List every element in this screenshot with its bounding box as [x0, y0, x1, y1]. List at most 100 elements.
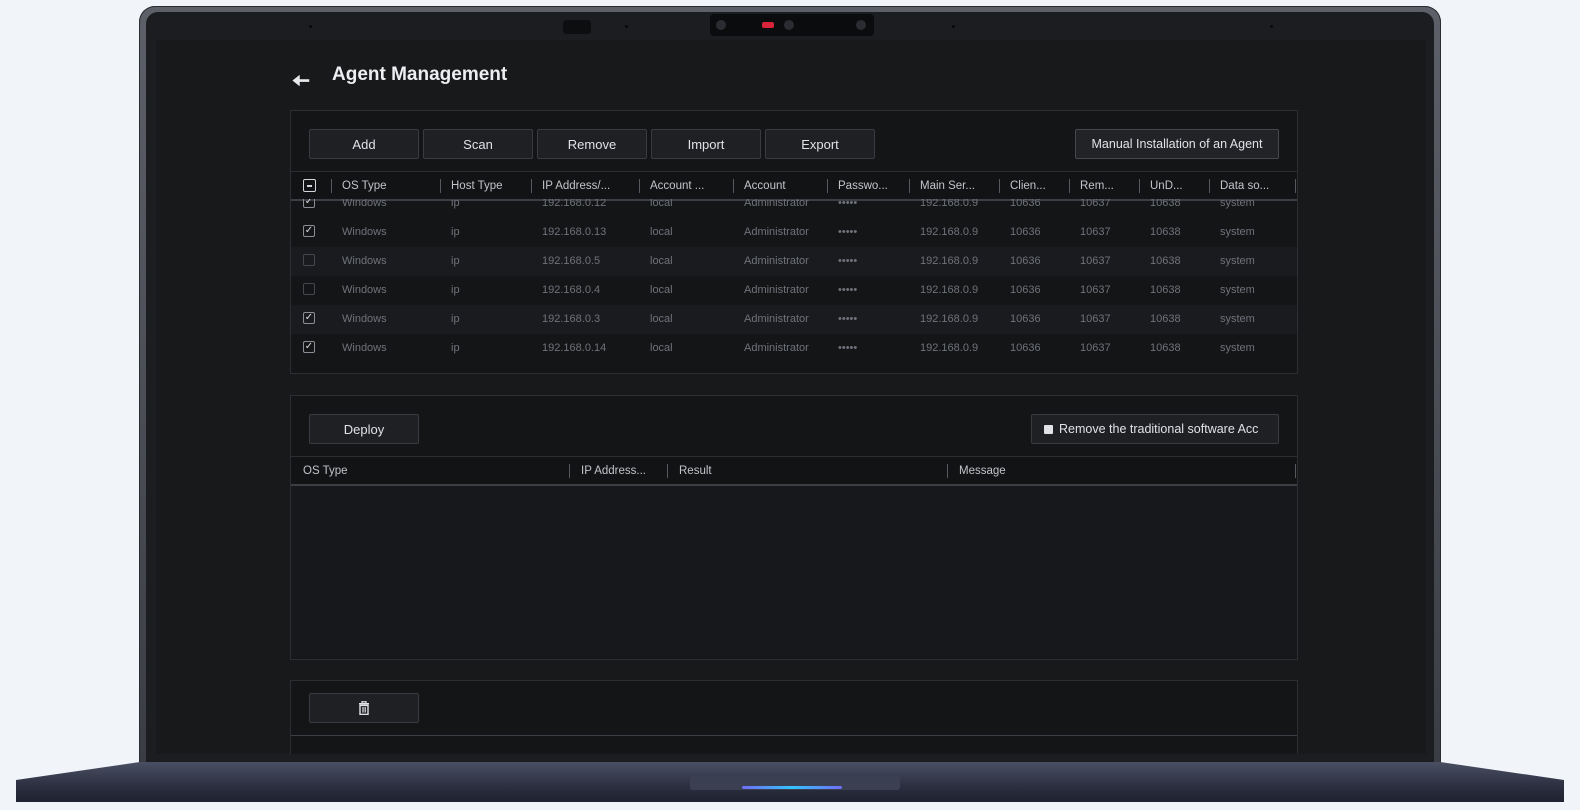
trash-icon — [359, 701, 369, 715]
cell-main-server: 192.168.0.9 — [920, 284, 979, 296]
row-checkbox[interactable]: ✓ — [303, 199, 315, 208]
row-checkbox[interactable] — [303, 254, 315, 266]
cell-client-port: 10636 — [1010, 255, 1041, 267]
cell-data-source: system — [1220, 342, 1255, 354]
delete-button[interactable] — [309, 693, 419, 723]
col-message[interactable]: Message — [959, 465, 1006, 477]
cell-account-type: local — [650, 284, 673, 296]
cell-os: Windows — [342, 284, 387, 296]
col-ip-address[interactable]: IP Address... — [581, 465, 646, 477]
option-checkbox[interactable] — [1044, 424, 1053, 434]
cell-account: Administrator — [744, 284, 809, 296]
row-checkbox[interactable]: ✓ — [303, 341, 315, 353]
table-row[interactable]: Windows ip 192.168.0.4 local Administrat… — [291, 276, 1297, 305]
deploy-panel: Deploy Remove the traditional software A… — [290, 395, 1298, 660]
cell-os: Windows — [342, 342, 387, 354]
col-client-port[interactable]: Clien... — [1010, 180, 1046, 192]
check-icon: ✓ — [304, 225, 314, 236]
agent-management-app: 🠤 Agent Management Add Scan Remove Impor… — [156, 40, 1426, 754]
col-undeploy-port[interactable]: UnD... — [1150, 180, 1183, 192]
agents-table-body: ✓ Windows ip 192.168.0.12 local Administ… — [291, 199, 1297, 370]
col-main-server[interactable]: Main Ser... — [920, 180, 975, 192]
col-os-type[interactable]: OS Type — [342, 180, 387, 192]
col-ip-address[interactable]: IP Address/... — [542, 180, 610, 192]
cell-account-type: local — [650, 342, 673, 354]
col-remote-port[interactable]: Rem... — [1080, 180, 1114, 192]
col-result[interactable]: Result — [679, 465, 712, 477]
cell-account: Administrator — [744, 199, 809, 209]
column-divider — [531, 179, 532, 193]
col-account-type[interactable]: Account ... — [650, 180, 704, 192]
webcam-lens — [784, 20, 794, 30]
cell-remote-port: 10637 — [1080, 226, 1111, 238]
cell-ip: 192.168.0.12 — [542, 199, 607, 209]
cell-ip: 192.168.0.5 — [542, 255, 601, 267]
column-divider — [733, 179, 734, 193]
col-host-type[interactable]: Host Type — [451, 180, 503, 192]
webcam — [710, 14, 874, 36]
back-arrow-icon[interactable]: 🠤 — [292, 64, 310, 102]
cell-ip: 192.168.0.3 — [542, 313, 601, 325]
hinge-light-bar — [742, 786, 842, 789]
add-button[interactable]: Add — [309, 129, 419, 159]
table-row[interactable]: Windows ip 192.168.0.5 local Administrat… — [291, 247, 1297, 276]
cell-password: ••••• — [838, 199, 858, 209]
column-divider — [639, 179, 640, 193]
scan-button[interactable]: Scan — [423, 129, 533, 159]
option-label: Remove the traditional software Acc — [1059, 422, 1259, 436]
cell-main-server: 192.168.0.9 — [920, 226, 979, 238]
column-divider — [909, 179, 910, 193]
col-data-source[interactable]: Data so... — [1220, 180, 1269, 192]
row-checkbox[interactable]: ✓ — [303, 312, 315, 324]
cell-account-type: local — [650, 226, 673, 238]
remove-button[interactable]: Remove — [537, 129, 647, 159]
col-os-type[interactable]: OS Type — [303, 465, 348, 477]
bezel-dot — [1270, 25, 1273, 28]
cell-client-port: 10636 — [1010, 313, 1041, 325]
col-account[interactable]: Account — [744, 180, 786, 192]
row-checkbox[interactable] — [303, 283, 315, 295]
export-button[interactable]: Export — [765, 129, 875, 159]
cell-undeploy-port: 10638 — [1150, 255, 1181, 267]
column-divider — [331, 179, 332, 193]
table-row[interactable]: ✓ Windows ip 192.168.0.14 local Administ… — [291, 334, 1297, 363]
deploy-button[interactable]: Deploy — [309, 414, 419, 444]
row-checkbox[interactable]: ✓ — [303, 225, 315, 237]
cell-account-type: local — [650, 199, 673, 209]
bezel-dot — [625, 25, 628, 28]
import-button[interactable]: Import — [651, 129, 761, 159]
deploy-table-header: OS Type IP Address... Result Message — [291, 456, 1297, 486]
agents-table-header: OS Type Host Type IP Address/... Account… — [291, 171, 1297, 201]
column-divider — [999, 179, 1000, 193]
bezel-dot — [952, 25, 955, 28]
webcam-lens — [856, 20, 866, 30]
cell-account: Administrator — [744, 342, 809, 354]
column-divider — [947, 464, 948, 478]
cell-main-server: 192.168.0.9 — [920, 313, 979, 325]
laptop-screen: 🠤 Agent Management Add Scan Remove Impor… — [156, 40, 1426, 754]
bezel-dot — [309, 25, 312, 28]
select-all-checkbox[interactable] — [303, 179, 316, 192]
cell-account: Administrator — [744, 255, 809, 267]
check-icon: ✓ — [304, 199, 314, 207]
cell-password: ••••• — [838, 313, 858, 325]
cell-os: Windows — [342, 255, 387, 267]
cell-data-source: system — [1220, 284, 1255, 296]
cell-host: ip — [451, 313, 460, 325]
cell-client-port: 10636 — [1010, 226, 1041, 238]
column-divider — [440, 179, 441, 193]
cell-os: Windows — [342, 313, 387, 325]
table-row[interactable]: ✓ Windows ip 192.168.0.3 local Administr… — [291, 305, 1297, 334]
column-divider — [569, 464, 570, 478]
manual-install-button[interactable]: Manual Installation of an Agent — [1075, 129, 1279, 159]
cell-data-source: system — [1220, 313, 1255, 325]
table-row[interactable]: ✓ Windows ip 192.168.0.13 local Administ… — [291, 218, 1297, 247]
cell-remote-port: 10637 — [1080, 199, 1111, 209]
col-password[interactable]: Passwo... — [838, 180, 888, 192]
table-row[interactable]: ✓ Windows ip 192.168.0.12 local Administ… — [291, 199, 1297, 218]
cell-client-port: 10636 — [1010, 284, 1041, 296]
agents-panel: Add Scan Remove Import Export Manual Ins… — [290, 110, 1298, 374]
cell-client-port: 10636 — [1010, 342, 1041, 354]
remove-traditional-software-option[interactable]: Remove the traditional software Acc — [1031, 414, 1279, 444]
cell-os: Windows — [342, 199, 387, 209]
